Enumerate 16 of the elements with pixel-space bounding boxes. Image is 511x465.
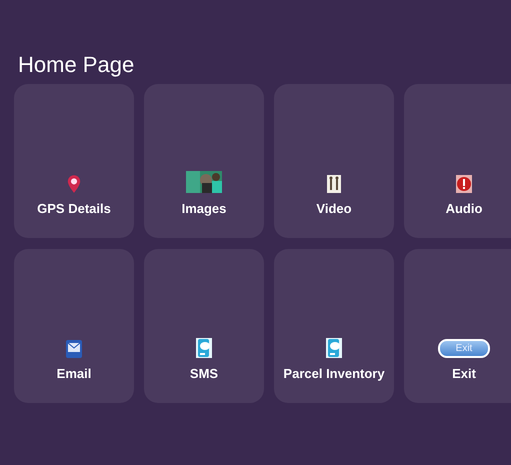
page-title: Home Page <box>17 51 136 79</box>
menu-tile[interactable]: SMS <box>144 249 264 403</box>
menu-tile[interactable]: Exit Exit <box>404 249 511 403</box>
envelope-icon <box>66 340 82 358</box>
menu-tile[interactable]: Email <box>14 249 134 403</box>
menu-tile[interactable]: Audio <box>404 84 511 238</box>
phone-chat-icon <box>326 338 342 358</box>
menu-tile[interactable]: GPS Details <box>14 84 134 238</box>
menu-tile[interactable]: Video <box>274 84 394 238</box>
menu-tile[interactable]: Parcel Inventory <box>274 249 394 403</box>
phone-chat-icon <box>196 338 212 358</box>
menu-tile[interactable]: Images <box>144 84 264 238</box>
video-icon <box>327 175 341 193</box>
exit-icon: Exit <box>438 339 490 358</box>
audio-icon <box>456 175 472 193</box>
map-pin-icon <box>67 175 81 193</box>
